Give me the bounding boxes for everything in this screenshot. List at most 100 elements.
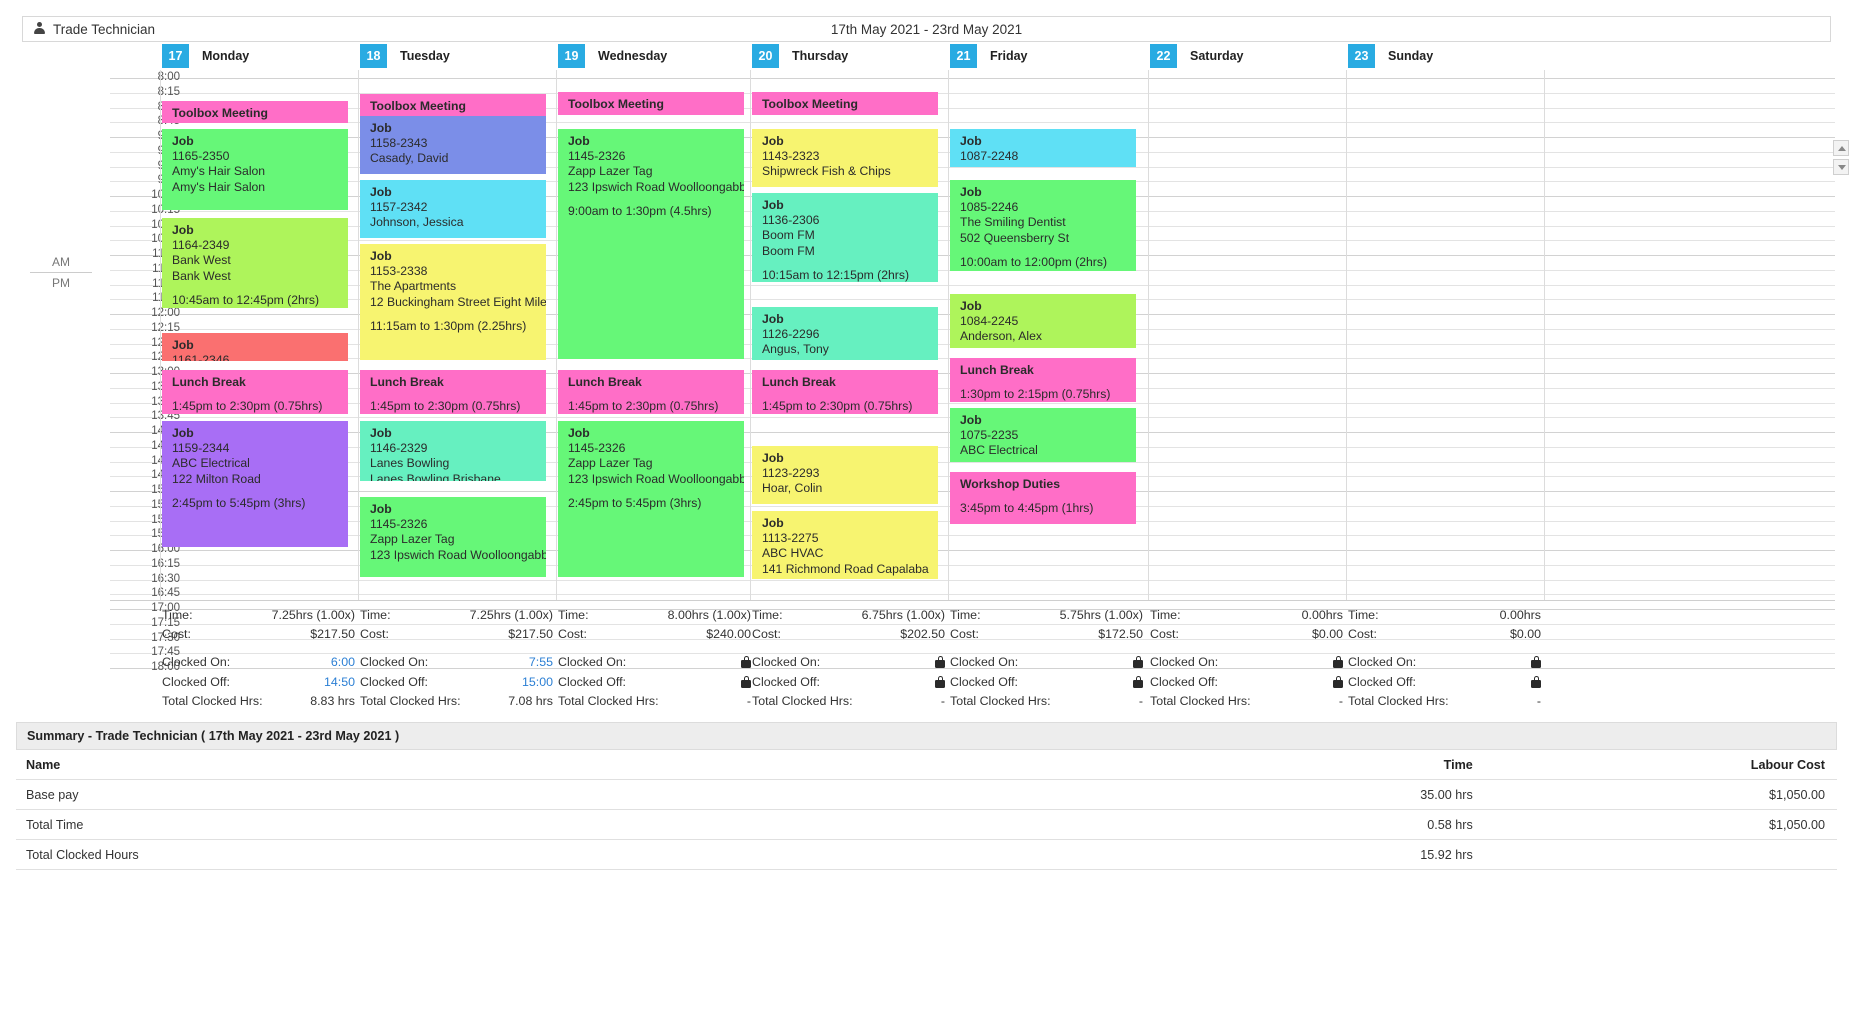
event-detail-line: 1:45pm to 2:30pm (0.75hrs) [568, 399, 719, 414]
event-title: Lunch Break [568, 375, 642, 389]
column-separator [556, 70, 557, 600]
grid-bottom-border [110, 600, 1835, 601]
stat-label: Time: [752, 608, 783, 622]
calendar-event[interactable]: Job 1145-2326 Zapp Lazer Tag 123 Ipswich Ro… [558, 421, 744, 577]
stat-value[interactable]: 14:50 [324, 675, 355, 689]
calendar-event[interactable]: Workshop Duties 3:45pm to 4:45pm (1hrs) [950, 472, 1136, 524]
calendar-event[interactable]: Job 1161-2346 [162, 333, 348, 361]
summary-row-cost: $1,050.00 [1768, 787, 1825, 802]
calendar-scrollbar[interactable] [1833, 140, 1849, 178]
event-title: Job [172, 134, 194, 148]
lock-icon[interactable] [1333, 656, 1343, 668]
calendar-event[interactable]: Job 1145-2326 Zapp Lazer Tag 123 Ipswich Ro… [558, 129, 744, 359]
stat-cell-clocked-off: Clocked Off: [1348, 675, 1541, 695]
calendar-event[interactable]: Lunch Break 1:45pm to 2:30pm (0.75hrs) [360, 370, 546, 414]
day-header-sunday[interactable]: 23 Sunday [1348, 44, 1433, 68]
calendar-event[interactable]: Lunch Break 1:45pm to 2:30pm (0.75hrs) [558, 370, 744, 414]
calendar-event[interactable]: Job 1145-2326 Zapp Lazer Tag 123 Ipswich Ro… [360, 497, 546, 577]
stat-cell-clocked-on: Clocked On: 6:00 [162, 655, 355, 675]
employee-selector[interactable]: Trade Technician [23, 22, 323, 37]
stat-value[interactable]: 15:00 [522, 675, 553, 689]
day-name-label: Saturday [1190, 49, 1244, 63]
lock-icon[interactable] [1333, 676, 1343, 688]
calendar-event[interactable]: Job 1113-2275 ABC HVAC 141 Richmond Road Ca… [752, 511, 938, 579]
day-header-tuesday[interactable]: 18 Tuesday [360, 44, 450, 68]
calendar-event[interactable]: Job 1143-2323 Shipwreck Fish & Chips [752, 129, 938, 187]
calendar-event[interactable]: Job 1157-2342 Johnson, Jessica [360, 180, 546, 238]
time-tick-label: 16:45 [151, 587, 180, 600]
lock-icon[interactable] [741, 676, 751, 688]
calendar-event[interactable]: Toolbox Meeting [162, 101, 348, 123]
stat-value: - [940, 694, 945, 708]
calendar-event[interactable]: Toolbox Meeting [752, 92, 938, 115]
day-header-wednesday[interactable]: 19 Wednesday [558, 44, 667, 68]
day-header-friday[interactable]: 21 Friday [950, 44, 1028, 68]
lock-icon[interactable] [935, 656, 945, 668]
calendar-event[interactable]: Job 1126-2296 Angus, Tony [752, 307, 938, 360]
stat-cell-clocked-on: Clocked On: 7:55 [360, 655, 553, 675]
calendar-event[interactable]: Job 1153-2338 The Apartments 12 Buckingham … [360, 244, 546, 360]
event-spacer [960, 246, 1136, 255]
calendar-event[interactable]: Job 1158-2343 Casady, David [360, 116, 546, 174]
lock-icon[interactable] [1531, 676, 1541, 688]
stat-value: $0.00 [1311, 627, 1343, 641]
calendar-event[interactable]: Job 1123-2293 Hoar, Colin [752, 446, 938, 504]
event-title: Job [762, 451, 784, 465]
event-detail-line: 1085-2246 [960, 200, 1019, 215]
summary-row-time: 15.92 hrs [1420, 847, 1473, 862]
stat-value: $0.00 [1509, 627, 1541, 641]
day-number-badge: 18 [360, 44, 387, 68]
calendar-event[interactable]: Job 1164-2349 Bank West Bank West 10:45am to… [162, 218, 348, 308]
lock-icon[interactable] [1531, 656, 1541, 668]
calendar-event[interactable]: Toolbox Meeting [360, 94, 546, 116]
event-title: Job [370, 121, 392, 135]
stat-label: Total Clocked Hrs: [1150, 694, 1251, 708]
day-header-thursday[interactable]: 20 Thursday [752, 44, 848, 68]
stat-label: Clocked On: [752, 655, 821, 669]
calendar-event[interactable]: Job 1165-2350 Amy's Hair Salon Amy's Hair S… [162, 129, 348, 210]
lock-icon[interactable] [1133, 656, 1143, 668]
event-spacer [370, 310, 546, 319]
calendar-event[interactable]: Job 1084-2245 Anderson, Alex [950, 294, 1136, 348]
calendar-event[interactable]: Job 1075-2235 ABC Electrical [950, 408, 1136, 462]
event-title: Workshop Duties [960, 477, 1060, 491]
scroll-up-icon[interactable] [1833, 140, 1849, 156]
stat-value: 7.25hrs (1.00x) [469, 608, 553, 622]
time-tick-label: 8:15 [157, 85, 180, 98]
stat-cell-cost: Cost: $217.50 [162, 627, 355, 647]
calendar-event[interactable]: Job 1146-2329 Lanes Bowling Lanes Bowling B… [360, 421, 546, 481]
event-detail-line: Bank West [172, 268, 231, 283]
column-separator [358, 70, 359, 600]
calendar-event[interactable]: Job 1159-2344 ABC Electrical 122 Milton Roa… [162, 421, 348, 547]
lock-icon[interactable] [935, 676, 945, 688]
event-detail-line: Hoar, Colin [762, 481, 823, 496]
calendar-event[interactable]: Lunch Break 1:30pm to 2:15pm (0.75hrs) [950, 358, 1136, 402]
stat-row-cost: Cost: $217.50 Cost: $217.50 Cost: $240.00 Cost… [0, 627, 1853, 647]
stat-label: Cost: [162, 627, 191, 641]
stat-cell-time: Time: 0.00hrs [1348, 608, 1541, 628]
stat-value[interactable]: 6:00 [331, 655, 355, 669]
stat-value[interactable]: 7:55 [529, 655, 553, 669]
event-detail-line: 10:15am to 12:15pm (2hrs) [762, 267, 910, 282]
day-header-monday[interactable]: 17 Monday [162, 44, 249, 68]
stat-row-clocked-off: Clocked Off: 14:50 Clocked Off: 15:00 Clocke… [0, 675, 1853, 695]
stat-value: 5.75hrs (1.00x) [1059, 608, 1143, 622]
calendar-grid[interactable]: 8:008:158:308:459:009:159:309:4510:0010:… [0, 70, 1853, 673]
calendar-event[interactable]: Lunch Break 1:45pm to 2:30pm (0.75hrs) [752, 370, 938, 414]
stat-label: Time: [950, 608, 981, 622]
stat-row-total-clocked: Total Clocked Hrs: 8.83 hrs Total Clocked … [0, 694, 1853, 714]
calendar-event[interactable]: Toolbox Meeting [558, 92, 744, 115]
stat-label: Clocked On: [558, 655, 627, 669]
stat-cell-cost: Cost: $217.50 [360, 627, 553, 647]
stat-label: Clocked Off: [752, 675, 820, 689]
calendar-event[interactable]: Job 1087-2248 [950, 129, 1136, 167]
stat-label: Clocked Off: [1348, 675, 1416, 689]
calendar-event[interactable]: Job 1085-2246 The Smiling Dentist 502 Queen… [950, 180, 1136, 271]
day-header-saturday[interactable]: 22 Saturday [1150, 44, 1244, 68]
lock-icon[interactable] [741, 656, 751, 668]
scroll-down-icon[interactable] [1833, 159, 1849, 175]
calendar-event[interactable]: Lunch Break 1:45pm to 2:30pm (0.75hrs) [162, 370, 348, 414]
stat-label: Clocked On: [360, 655, 429, 669]
calendar-event[interactable]: Job 1136-2306 Boom FM Boom FM 10:15am to 12:… [752, 193, 938, 282]
lock-icon[interactable] [1133, 676, 1143, 688]
